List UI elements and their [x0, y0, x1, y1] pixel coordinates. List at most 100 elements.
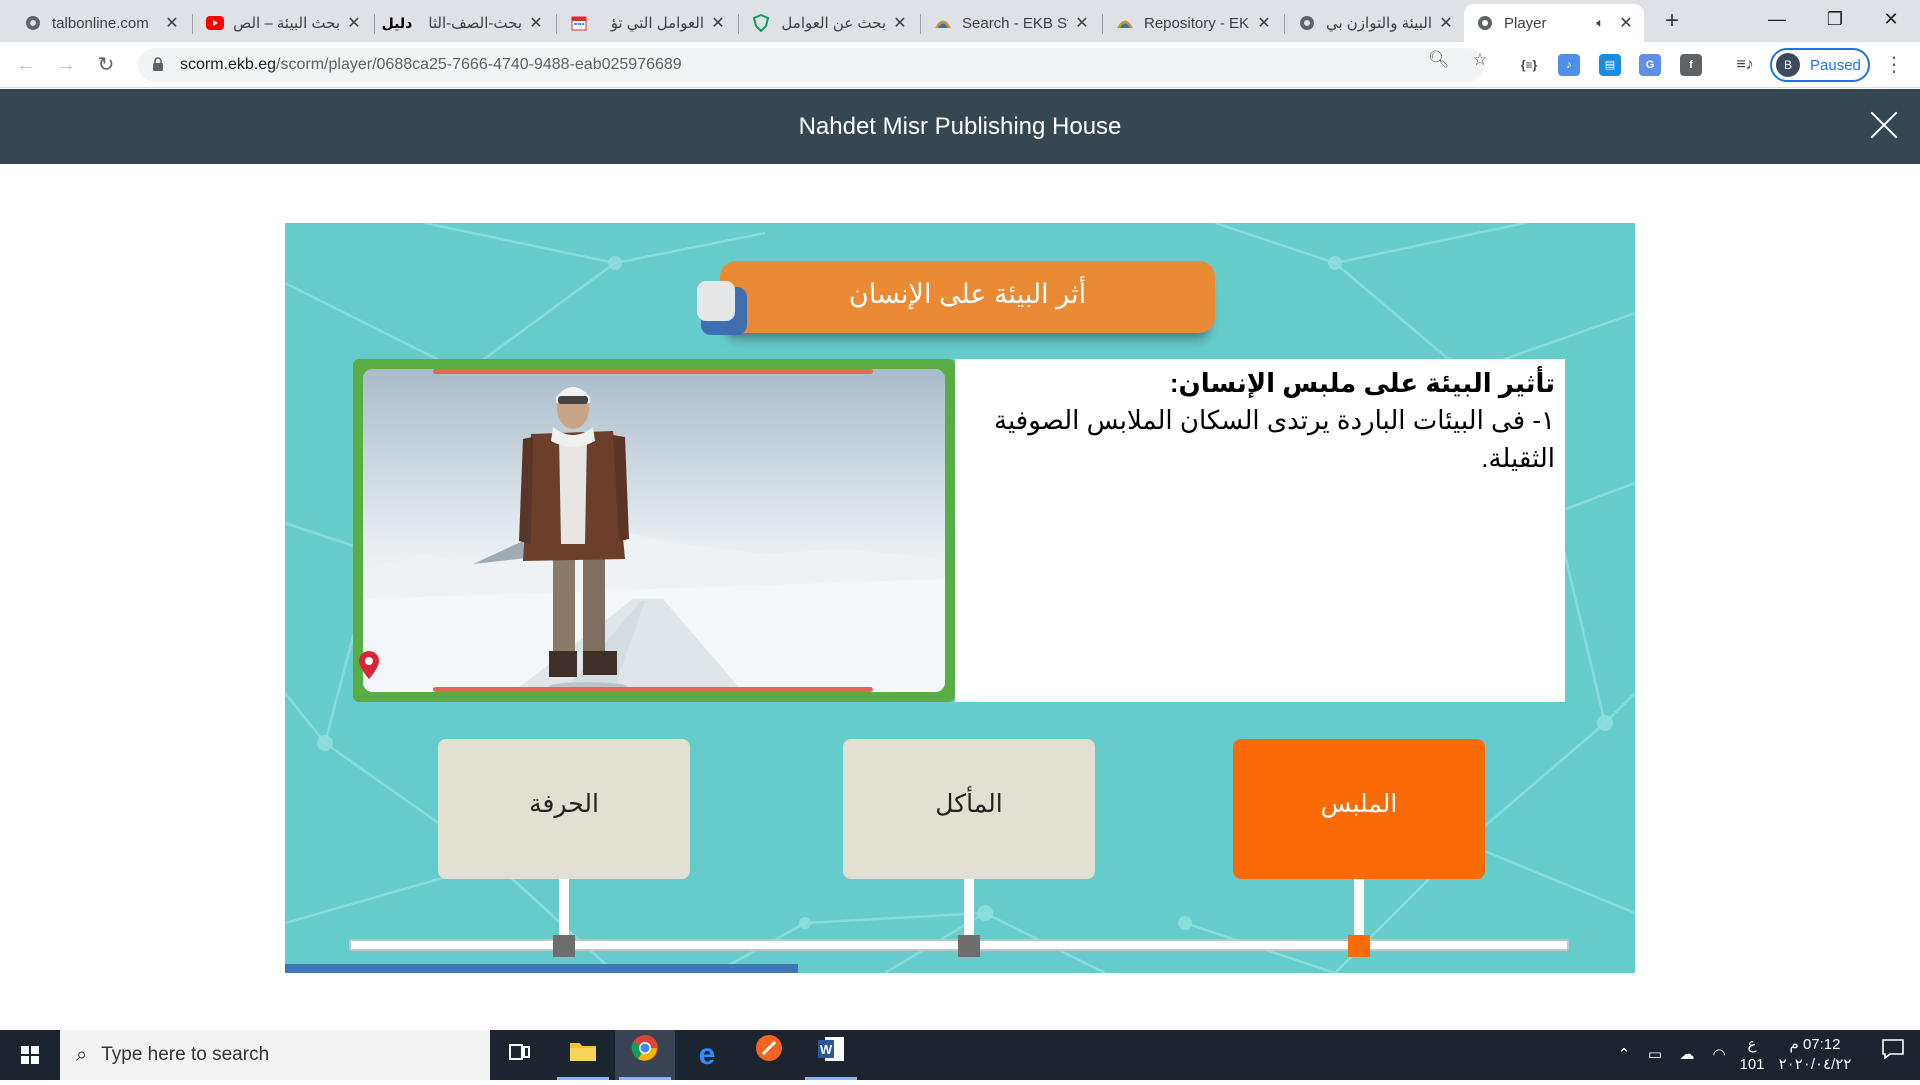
timeline-card-clothing[interactable]: الملبس: [1233, 739, 1485, 879]
clock-time: 07:12 م: [1789, 1036, 1841, 1053]
search-icon: ⌕: [76, 1043, 88, 1066]
chrome-icon[interactable]: [615, 1030, 675, 1080]
edge-icon[interactable]: e: [677, 1030, 737, 1080]
sync-status-label: Paused: [1810, 56, 1861, 74]
url-text: scorm.ekb.eg/scorm/player/0688ca25-7666-…: [180, 56, 682, 74]
browser-menu-icon[interactable]: ⋮: [1882, 50, 1906, 80]
tab-close-icon[interactable]: ✕: [892, 13, 908, 33]
tab-title: العوامل التي تؤ: [610, 15, 704, 32]
notifications-icon[interactable]: [1866, 1030, 1920, 1080]
browser-tab[interactable]: العوامل التي تؤ ✕: [558, 4, 736, 42]
tab-title: بحث-الصف-الثا: [428, 15, 522, 32]
tab-separator: [192, 14, 193, 34]
new-tab-button[interactable]: +: [1656, 6, 1688, 38]
reload-button[interactable]: ↻: [90, 49, 122, 81]
timeline-card-label: الملبس: [1320, 790, 1398, 818]
taskbar-search-box[interactable]: ⌕ Type here to search: [60, 1030, 490, 1080]
audio-playing-icon[interactable]: 🔈︎: [1596, 15, 1604, 31]
tab-close-icon[interactable]: ✕: [346, 13, 362, 33]
browser-tab[interactable]: دليل بحث-الصف-الثا ✕: [376, 4, 554, 42]
browser-toolbar: ← → ↻ scorm.ekb.eg/scorm/player/0688ca25…: [0, 42, 1920, 88]
app-icon-orange[interactable]: [739, 1030, 799, 1080]
language-code: ع: [1747, 1036, 1757, 1053]
timeline-node-craft[interactable]: [553, 935, 575, 957]
browser-tab[interactable]: البيئة والتوازن بي ✕: [1286, 4, 1464, 42]
man-in-snow-illustration: [363, 369, 945, 692]
browser-tab[interactable]: talbonline.com ✕: [12, 4, 190, 42]
globe-icon: [1298, 14, 1316, 32]
tab-separator: [920, 14, 921, 34]
player-close-icon[interactable]: [1864, 105, 1904, 145]
battery-icon[interactable]: ▭: [1640, 1030, 1670, 1080]
lesson-image: [363, 369, 945, 692]
tab-close-icon[interactable]: ✕: [1256, 13, 1272, 33]
translate-extension-icon[interactable]: G: [1639, 54, 1661, 76]
image-top-accent: [433, 369, 873, 374]
browser-tab[interactable]: Repository - EK ✕: [1104, 4, 1282, 42]
extension-icon[interactable]: ♪: [1558, 54, 1580, 76]
timeline-card-food[interactable]: المأكل: [843, 739, 1095, 879]
tab-title: talbonline.com: [52, 14, 149, 32]
task-view-icon[interactable]: [490, 1030, 550, 1080]
facebook-extension-icon[interactable]: f: [1680, 54, 1702, 76]
timeline-node-food[interactable]: [958, 935, 980, 957]
tab-title: بحث البيئة – الص: [234, 15, 340, 32]
browser-tab[interactable]: بحث البيئة – الص ✕: [194, 4, 372, 42]
network-icon[interactable]: ◠: [1704, 1030, 1734, 1080]
tab-separator: [374, 14, 375, 34]
tab-close-icon[interactable]: ✕: [1618, 13, 1634, 33]
profile-button[interactable]: B Paused: [1770, 48, 1870, 82]
bookmark-star-icon[interactable]: ☆: [1470, 50, 1490, 70]
clock-date: ٢٠٢٠/٠٤/٢٢: [1778, 1056, 1852, 1073]
lesson-text-panel: تأثير البيئة على ملبس الإنسان: ١- فى الب…: [955, 359, 1565, 702]
tab-separator: [1102, 14, 1103, 34]
windows-start-button[interactable]: [0, 1030, 60, 1080]
address-bar[interactable]: scorm.ekb.eg/scorm/player/0688ca25-7666-…: [138, 48, 1484, 82]
timeline-node-clothing[interactable]: [1348, 935, 1370, 957]
minimize-button[interactable]: —: [1748, 0, 1806, 38]
tab-separator: [1284, 14, 1285, 34]
tab-title: Repository - EK: [1144, 14, 1250, 32]
show-hidden-icons-chevron-icon[interactable]: ⌃: [1610, 1030, 1638, 1080]
tab-close-icon[interactable]: ✕: [528, 13, 544, 33]
taskbar-clock[interactable]: 07:12 م ٢٠٢٠/٠٤/٢٢: [1765, 1035, 1865, 1075]
file-explorer-icon[interactable]: [553, 1030, 613, 1080]
timeline-stem: [964, 879, 974, 939]
tab-close-icon[interactable]: ✕: [1074, 13, 1090, 33]
avatar: B: [1776, 53, 1800, 77]
youtube-icon: [206, 14, 224, 32]
cloud-error-icon[interactable]: ☁: [1672, 1030, 1702, 1080]
lesson-image-frame: [353, 359, 955, 702]
tab-close-icon[interactable]: ✕: [1438, 13, 1454, 33]
restore-button[interactable]: ❐: [1806, 0, 1864, 38]
timeline-stem: [559, 879, 569, 939]
docs-extension-icon[interactable]: ▤: [1599, 54, 1621, 76]
badge-front-shape: [697, 281, 735, 321]
word-icon[interactable]: W: [801, 1030, 861, 1080]
title-badge-icon: [697, 281, 749, 339]
shield-icon: [752, 14, 770, 32]
window-close-button[interactable]: ✕: [1862, 0, 1920, 38]
tab-close-icon[interactable]: ✕: [164, 13, 180, 33]
media-controls-icon[interactable]: ≡♪: [1734, 54, 1756, 76]
tab-close-icon[interactable]: ✕: [710, 13, 726, 33]
zoom-icon[interactable]: 🔍︎: [1428, 50, 1450, 70]
ekb-icon: [1116, 14, 1134, 32]
back-button[interactable]: ←: [10, 49, 42, 81]
timeline-card-craft[interactable]: الحرفة: [438, 739, 690, 879]
browser-tab-active[interactable]: Player 🔈︎ ✕: [1464, 4, 1644, 42]
lesson-progress-bar: [285, 964, 798, 973]
tray-count: 101: [1739, 1056, 1765, 1073]
tab-separator: [738, 14, 739, 34]
browser-tab[interactable]: بحث عن العوامل ✕: [740, 4, 918, 42]
tab-title: Player: [1504, 14, 1547, 32]
globe-icon: [24, 14, 42, 32]
lesson-title: أثر البيئة على الإنسان: [848, 279, 1087, 309]
browser-tab[interactable]: Search - EKB St ✕: [922, 4, 1100, 42]
url-domain: scorm.ekb.eg: [180, 56, 277, 73]
input-language-indicator[interactable]: ع 101: [1736, 1030, 1768, 1080]
forward-button[interactable]: →: [50, 49, 82, 81]
lock-icon[interactable]: [152, 56, 168, 74]
ekb-icon: [934, 14, 952, 32]
json-formatter-extension-icon[interactable]: {≡}: [1518, 54, 1540, 76]
